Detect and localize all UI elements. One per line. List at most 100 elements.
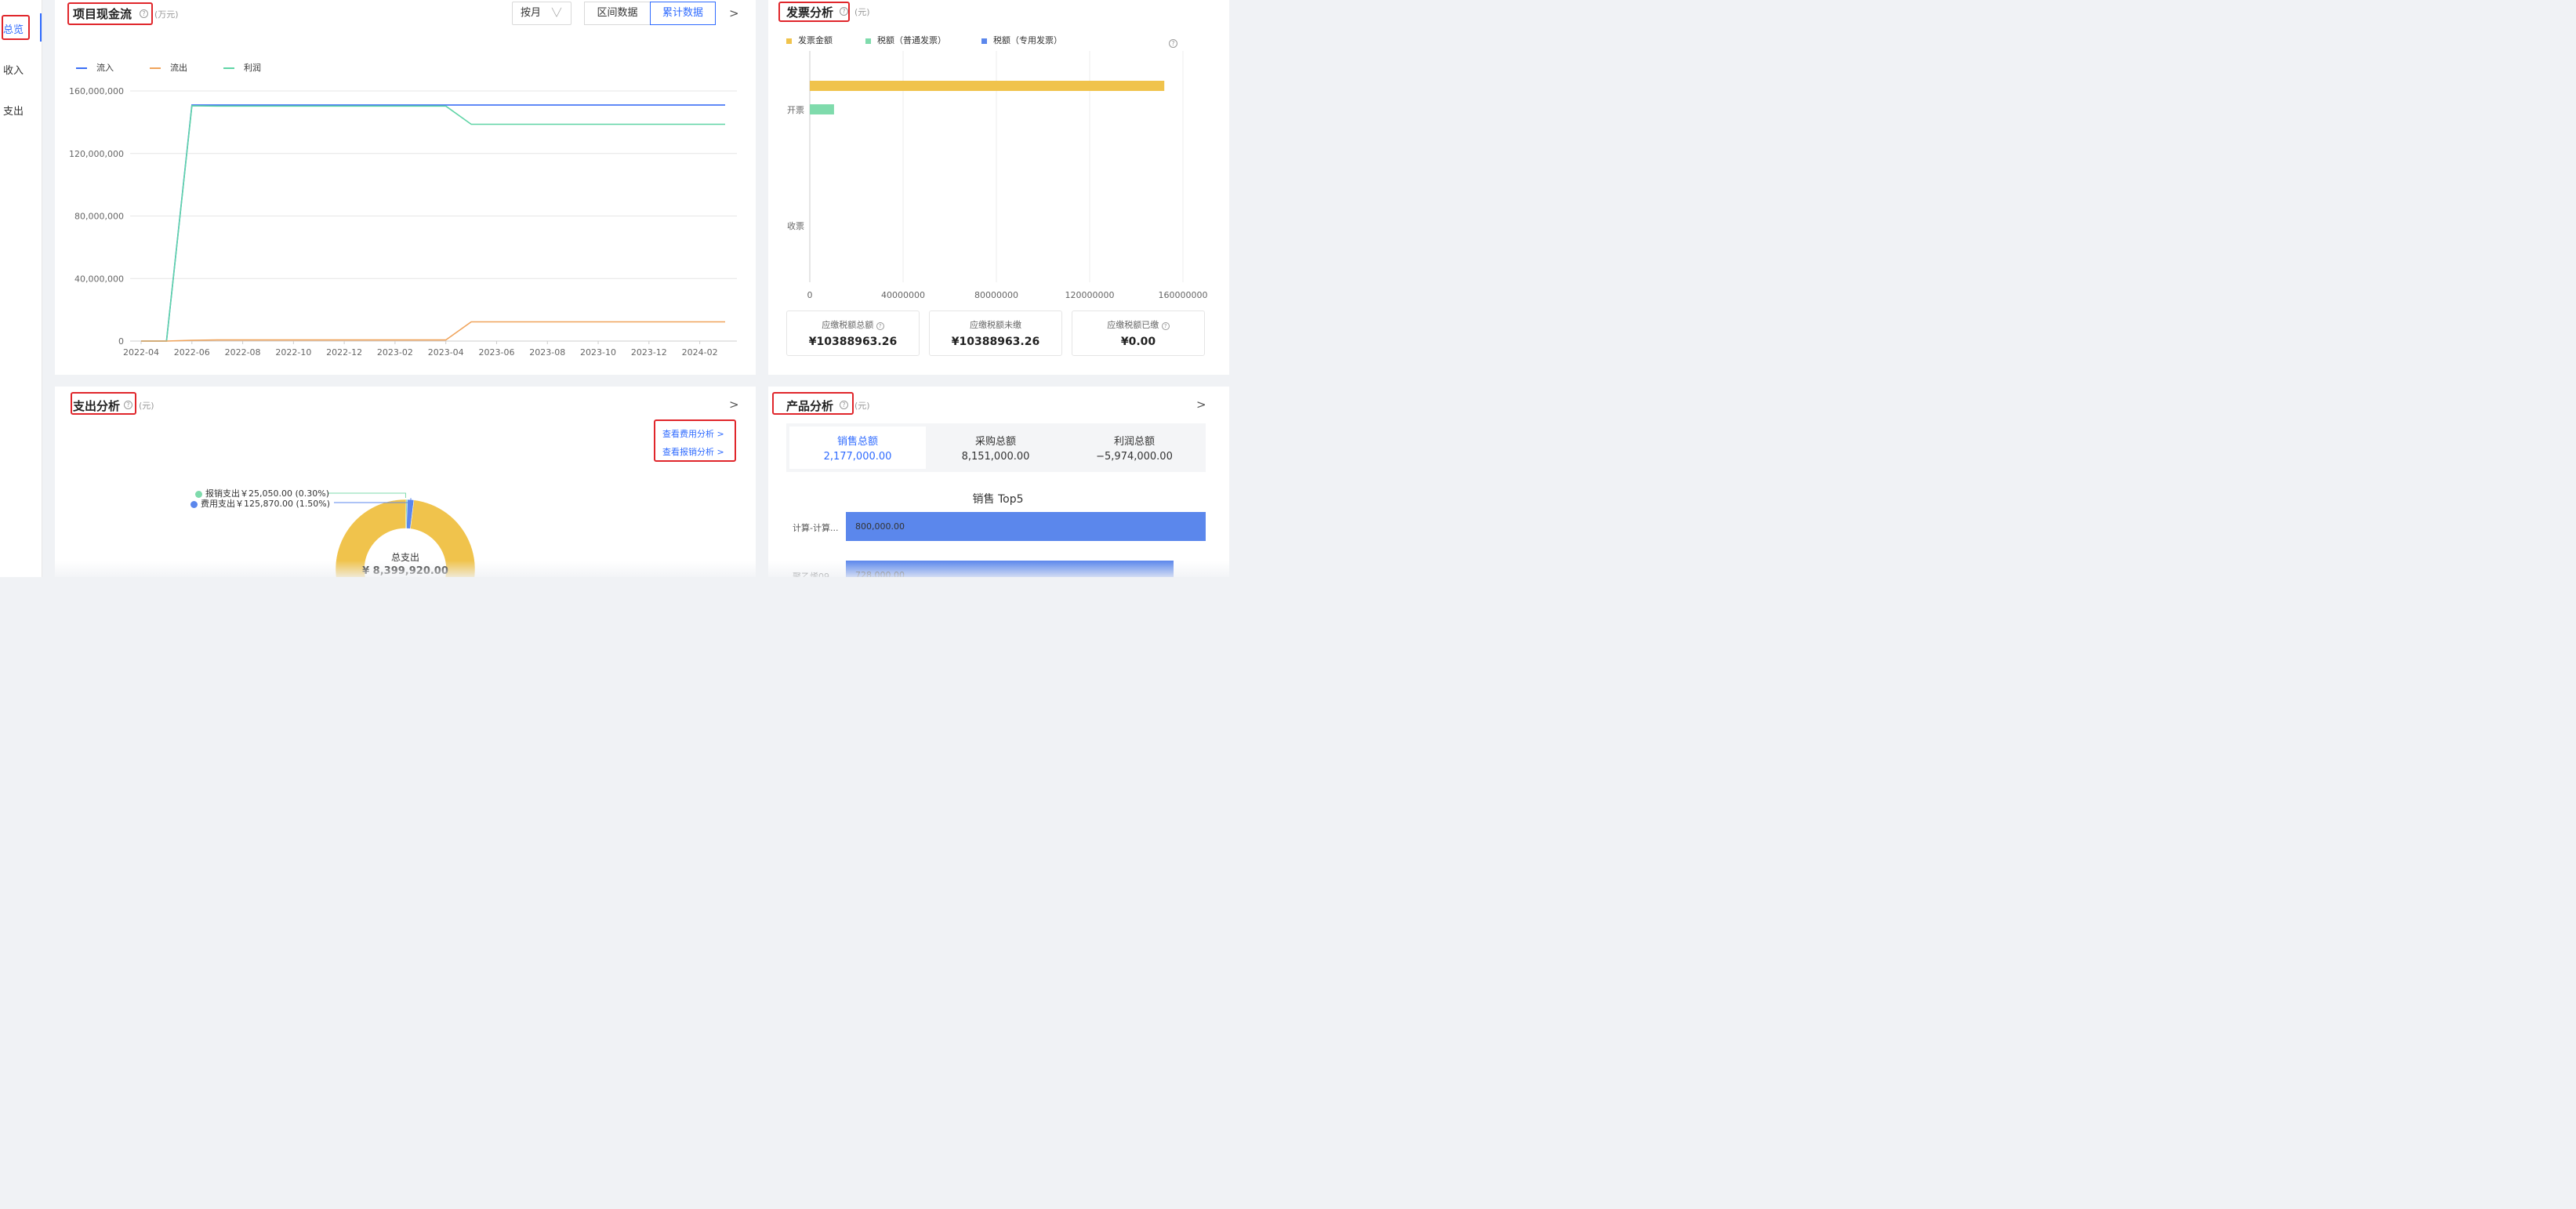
sidebar-item-income[interactable]: 收入: [3, 62, 24, 77]
pie-label-name: 费用支出: [201, 499, 235, 509]
donut-center-value: ¥ 8,399,920.00: [362, 565, 448, 577]
donut-center: 总支出 ¥ 8,399,920.00: [350, 550, 461, 577]
invoice-unit: (元): [854, 7, 870, 17]
legend-line-icon: [150, 67, 161, 69]
legend-inflow: 流入: [76, 61, 114, 74]
chevron-down-icon: ╲╱: [551, 9, 561, 17]
summary-value: 8,151,000.00: [961, 451, 1030, 463]
x-tick-label: 160000000: [1159, 290, 1208, 300]
legend-square-icon: [786, 38, 792, 44]
x-tick-label: 2022-08: [225, 347, 261, 358]
legend-label: 流出: [170, 63, 187, 73]
legend-outflow: 流出: [150, 61, 187, 74]
sidebar-item-expense[interactable]: 支出: [3, 103, 24, 118]
expense-title: 支出分析: [73, 399, 121, 413]
x-tick-label: 2022-12: [326, 347, 362, 358]
invoice-bar: [810, 81, 1165, 91]
category-label: 收票: [787, 220, 804, 231]
view-reimbursement-analysis-link[interactable]: 查看报销分析 >: [662, 445, 724, 458]
legend-invoice-amount: 发票金额: [786, 34, 833, 46]
top5-category-label: 聚乙烯09...: [793, 572, 838, 577]
x-tick-label: 2024-02: [682, 347, 718, 358]
series-line-outflow: [141, 321, 725, 342]
top5-value-label: 800,000.00: [855, 521, 905, 532]
legend-square-icon: [865, 38, 871, 44]
summary-purchase-total[interactable]: 采购总额 8,151,000.00: [927, 427, 1064, 469]
x-tick-label: 40000000: [881, 290, 925, 300]
legend-label: 利润: [244, 63, 261, 73]
product-title: 产品分析: [786, 399, 834, 413]
help-icon[interactable]: ?: [876, 322, 884, 330]
legend-line-icon: [76, 67, 87, 69]
pie-label-value: ￥125,870.00 (1.50%): [235, 499, 331, 509]
invoice-chart: 0 40000000 80000000 120000000 160000000 开票收票: [787, 51, 1208, 300]
cashflow-title: 项目现金流: [73, 7, 132, 21]
tax-paid-value: ¥0.00: [1120, 336, 1156, 348]
summary-value: 2,177,000.00: [823, 451, 892, 463]
y-tick-label: 0: [118, 336, 124, 347]
dashboard: 总览 收入 支出 项目现金流 ? (万元) 按月 ╲╱ 区间数据 累计数据 > …: [0, 0, 1229, 577]
tax-unpaid-label: 应缴税额未缴: [970, 320, 1021, 330]
help-icon[interactable]: ?: [140, 9, 148, 18]
leader-line: [328, 492, 406, 499]
product-unit: (元): [854, 401, 870, 411]
cashflow-more-chevron[interactable]: >: [729, 6, 739, 20]
help-icon[interactable]: ?: [124, 401, 132, 409]
top5-title: 销售 Top5: [972, 493, 1024, 506]
legend-label: 流入: [96, 63, 114, 73]
segment-cumulative[interactable]: 累计数据: [650, 2, 716, 25]
cashflow-unit: (万元): [154, 9, 179, 20]
legend-label: 税额（专用发票）: [993, 35, 1062, 45]
legend-label: 发票金额: [798, 35, 833, 45]
summary-label: 利润总额: [1113, 436, 1155, 448]
y-tick-label: 80,000,000: [74, 212, 124, 222]
help-icon[interactable]: ?: [1161, 322, 1170, 330]
summary-profit-total[interactable]: 利润总额 −5,974,000.00: [1066, 427, 1203, 469]
summary-value: −5,974,000.00: [1096, 451, 1173, 463]
summary-label: 采购总额: [974, 436, 1016, 448]
donut-center-label: 总支出: [390, 552, 419, 563]
legend-dot-icon: [190, 500, 198, 508]
x-tick-label: 2023-06: [478, 347, 514, 358]
expense-more-chevron[interactable]: >: [729, 398, 739, 412]
series-line-inflow: [141, 104, 725, 342]
x-tick-label: 2022-04: [123, 347, 159, 358]
x-tick-label: 2023-02: [377, 347, 413, 358]
period-select[interactable]: 按月 ╲╱: [512, 2, 571, 25]
x-tick-label: 2023-12: [631, 347, 667, 358]
x-tick-label: 80000000: [974, 290, 1018, 300]
invoice-bar: [810, 104, 834, 114]
x-tick-label: 2023-08: [529, 347, 565, 358]
legend-tax-special: 税额（专用发票）: [981, 34, 1062, 46]
view-cost-analysis-link[interactable]: 查看费用分析 >: [662, 427, 724, 440]
legend-square-icon: [981, 38, 987, 44]
y-tick-label: 120,000,000: [69, 149, 124, 159]
series-line-profit: [141, 105, 725, 342]
sidebar-active-indicator: [40, 13, 42, 42]
legend-line-icon: [223, 67, 234, 69]
sidebar-item-overview[interactable]: 总览: [3, 21, 24, 36]
product-summary: 销售总额 2,177,000.00 采购总额 8,151,000.00 利润总额…: [786, 423, 1206, 472]
expense-unit: (元): [139, 401, 154, 411]
category-label: 开票: [787, 105, 804, 115]
invoice-title: 发票分析: [786, 5, 834, 20]
product-card: [768, 387, 1229, 577]
tax-total-label: 应缴税额总额: [822, 320, 874, 330]
summary-label: 销售总额: [836, 436, 878, 448]
x-tick-label: 2022-10: [275, 347, 311, 358]
tax-paid-label: 应缴税额已缴: [1107, 320, 1159, 330]
tax-paid-box: 应缴税额已缴 ? ¥0.00: [1072, 310, 1205, 356]
legend-profit: 利润: [223, 61, 261, 74]
legend-label: 税额（普通发票）: [877, 35, 946, 45]
x-tick-label: 0: [807, 290, 813, 300]
segment-interval[interactable]: 区间数据: [584, 2, 651, 25]
product-more-chevron[interactable]: >: [1196, 398, 1206, 412]
help-icon[interactable]: ?: [840, 401, 848, 409]
y-tick-label: 40,000,000: [74, 274, 124, 284]
tax-total-value: ¥10388963.26: [808, 336, 898, 348]
x-tick-label: 2023-04: [428, 347, 464, 358]
summary-sales-total[interactable]: 销售总额 2,177,000.00: [789, 427, 926, 469]
tax-total-box: 应缴税额总额 ? ¥10388963.26: [786, 310, 920, 356]
sidebar: 总览 收入 支出: [0, 0, 42, 577]
help-icon[interactable]: ?: [840, 7, 848, 16]
